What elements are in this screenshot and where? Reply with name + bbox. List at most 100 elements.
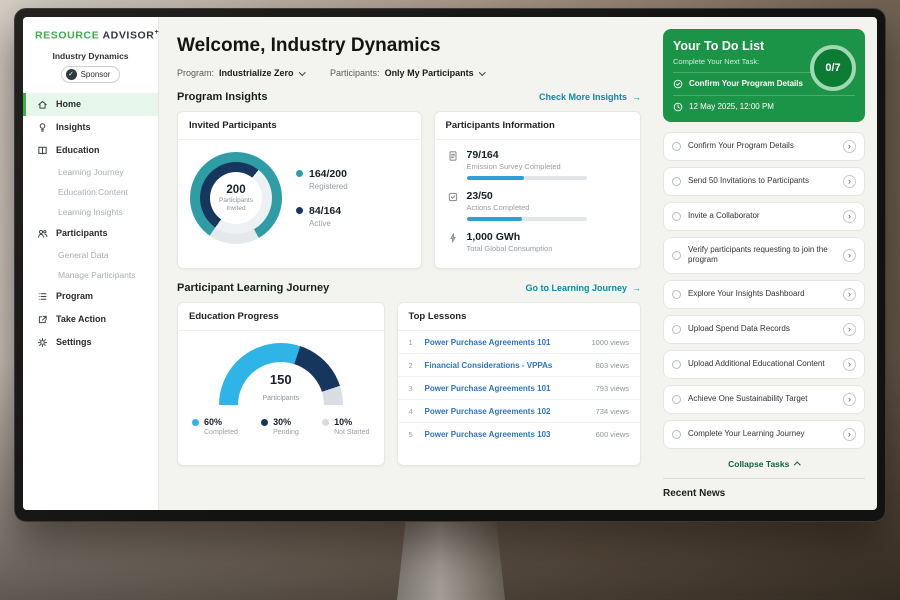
sidebar-item-label: Participants [56,228,108,238]
lesson-link[interactable]: Power Purchase Agreements 101 [425,338,584,347]
lesson-link[interactable]: Power Purchase Agreements 102 [425,407,588,416]
chevron-right-icon[interactable]: › [843,249,856,262]
arrow-right-icon: → [632,283,641,293]
invited-donut-chart: 200 Participants Invited [190,152,282,244]
stat-label: Actions Completed [467,203,587,212]
collapse-tasks-button[interactable]: Collapse Tasks [663,455,865,478]
chevron-down-icon [299,69,305,75]
chevron-right-icon[interactable]: › [843,210,856,223]
participants-filter-value: Only My Participants [385,68,474,78]
checkbox-icon[interactable] [672,142,681,151]
lesson-rank: 5 [409,430,417,439]
checkbox-icon[interactable] [672,290,681,299]
stat-actions-completed: 23/50 Actions Completed [447,190,629,221]
lesson-row: 1 Power Purchase Agreements 101 1000 vie… [398,331,641,354]
task-item[interactable]: Verify participants requesting to join t… [663,237,865,274]
todo-panel: Your To Do List Complete Your Next Task:… [653,17,877,510]
chevron-right-icon[interactable]: › [843,140,856,153]
checkbox-icon[interactable] [672,212,681,221]
sidebar-item-settings[interactable]: Settings [23,331,158,354]
lightbulb-icon [37,122,48,133]
sidebar-item-manage-participants[interactable]: Manage Participants [23,265,158,285]
sidebar-item-program[interactable]: Program [23,285,158,308]
checkbox-icon[interactable] [672,430,681,439]
sidebar-item-education-content[interactable]: Education Content [23,182,158,202]
page-title: Welcome, Industry Dynamics [177,35,641,57]
todo-summary-card: Your To Do List Complete Your Next Task:… [663,29,865,122]
external-action-icon [37,314,48,325]
home-icon [37,99,48,110]
checkbox-icon[interactable] [672,177,681,186]
task-item[interactable]: Invite a Collaborator › [663,202,865,231]
lesson-rank: 4 [409,407,417,416]
survey-icon [447,149,459,180]
go-to-learning-journey-link[interactable]: Go to Learning Journey → [525,283,641,293]
lesson-views: 734 views [596,407,629,416]
top-lessons-card: Top Lessons 1 Power Purchase Agreements … [397,302,642,466]
program-insights-header: Program Insights Check More Insights → [177,91,641,103]
checkbox-icon[interactable] [672,360,681,369]
task-item[interactable]: Complete Your Learning Journey › [663,420,865,449]
check-more-insights-link[interactable]: Check More Insights → [539,92,641,102]
chevron-right-icon[interactable]: › [843,428,856,441]
legend-dot [296,207,303,214]
recent-news-title: Recent News [663,488,865,499]
chevron-right-icon[interactable]: › [843,358,856,371]
chevron-right-icon[interactable]: › [843,175,856,188]
gear-icon [37,337,48,348]
task-item[interactable]: Upload Additional Educational Content › [663,350,865,379]
task-label: Complete Your Learning Journey [688,429,836,439]
gauge-legend: 60% Completed 30% Pending [178,405,384,436]
lesson-link[interactable]: Power Purchase Agreements 101 [425,384,588,393]
recent-news-section: Recent News [663,478,865,499]
clock-icon [673,102,683,112]
task-item[interactable]: Explore Your Insights Dashboard › [663,280,865,309]
lesson-link[interactable]: Power Purchase Agreements 103 [425,430,588,439]
sidebar-item-label: Insights [56,122,91,132]
task-item[interactable]: Send 50 Invitations to Participants › [663,167,865,196]
sidebar-item-take-action[interactable]: Take Action [23,308,158,331]
sidebar-item-education[interactable]: Education [23,139,158,162]
book-icon [37,145,48,156]
task-label: Invite a Collaborator [688,211,836,221]
lesson-row: 2 Financial Considerations - VPPAs 803 v… [398,354,641,377]
checkbox-icon[interactable] [672,251,681,260]
invited-participants-card: Invited Participants 200 Participants In… [177,111,422,269]
sidebar-item-learning-insights[interactable]: Learning Insights [23,202,158,222]
chevron-right-icon[interactable]: › [843,393,856,406]
card-title: Top Lessons [398,303,641,331]
task-item[interactable]: Confirm Your Program Details › [663,132,865,161]
sidebar-item-insights[interactable]: Insights [23,116,158,139]
program-filter[interactable]: Program: Industrialize Zero [177,68,304,78]
monitor-bezel: RESOURCE ADVISOR+ Industry Dynamics ✓ Sp… [14,8,886,522]
participants-information-card: Participants Information 79/164 Emission… [434,111,642,269]
task-item[interactable]: Achieve One Sustainability Target › [663,385,865,414]
sidebar-item-home[interactable]: Home [23,93,158,116]
sponsor-badge[interactable]: ✓ Sponsor [61,66,121,83]
checkbox-icon[interactable] [672,325,681,334]
sidebar-item-learning-journey[interactable]: Learning Journey [23,162,158,182]
chevron-right-icon[interactable]: › [843,323,856,336]
checkbox-icon[interactable] [672,395,681,404]
todo-due-label: 12 May 2025, 12:00 PM [689,102,774,112]
task-label: Verify participants requesting to join t… [688,245,836,266]
chevron-right-icon[interactable]: › [843,288,856,301]
sidebar-item-participants[interactable]: Participants [23,222,158,245]
legend-dot [322,419,329,426]
sidebar-item-general-data[interactable]: General Data [23,245,158,265]
stat-global-consumption: 1,000 GWh Total Global Consumption [447,231,629,253]
legend-dot [296,170,303,177]
task-label: Achieve One Sustainability Target [688,394,836,404]
task-label: Explore Your Insights Dashboard [688,289,836,299]
lesson-rank: 3 [409,384,417,393]
legend-value: 10% [334,417,369,427]
card-title: Education Progress [178,303,384,331]
check-square-icon [447,190,459,221]
logo-primary: RESOURCE [35,30,99,42]
participants-filter[interactable]: Participants: Only My Participants [330,68,484,78]
sponsor-label: Sponsor [81,70,111,79]
todo-next-task-label: Confirm Your Program Details [689,79,803,89]
lesson-link[interactable]: Financial Considerations - VPPAs [425,361,588,370]
todo-due: 12 May 2025, 12:00 PM [673,95,855,112]
task-item[interactable]: Upload Spend Data Records › [663,315,865,344]
